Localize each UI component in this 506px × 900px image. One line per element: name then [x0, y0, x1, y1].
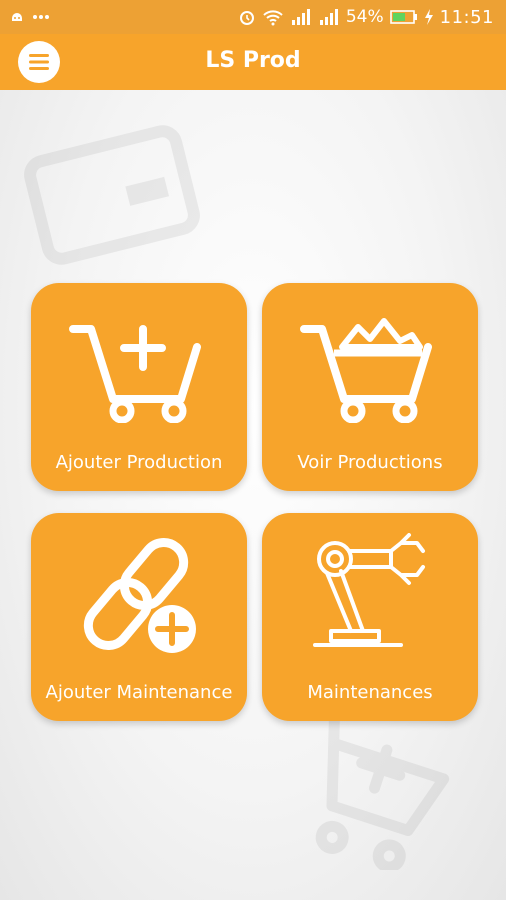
cart-watermark-icon [305, 704, 450, 870]
app-bar: LS Prod [0, 34, 506, 90]
tile-add-maintenance[interactable]: Ajouter Maintenance [31, 513, 247, 721]
more-icon [33, 15, 49, 19]
signal-icon [291, 9, 310, 25]
clock: 11:51 [439, 6, 494, 28]
tile-label: Maintenances [307, 682, 433, 703]
cart-full-icon [300, 318, 432, 423]
tile-label: Ajouter Maintenance [45, 682, 233, 703]
status-bar: 54% 11:51 [0, 0, 506, 34]
tile-view-productions[interactable]: Voir Productions [262, 283, 478, 491]
signal-icon-2 [319, 9, 338, 25]
link-add-icon [83, 538, 196, 653]
tile-maintenances[interactable]: Maintenances [262, 513, 478, 721]
android-icon [12, 13, 22, 21]
charging-icon [424, 9, 433, 25]
battery-percent: 54% [345, 7, 384, 27]
tile-add-production[interactable]: Ajouter Production [31, 283, 247, 491]
tile-label: Voir Productions [297, 452, 443, 473]
wifi-icon [263, 10, 283, 26]
robot-arm-icon [313, 533, 425, 647]
alarm-icon [239, 11, 254, 25]
card-watermark-icon [24, 125, 200, 265]
tile-label: Ajouter Production [55, 452, 223, 473]
battery-icon [389, 10, 417, 24]
app-title: LS Prod [205, 48, 301, 73]
cart-add-icon [69, 325, 201, 423]
